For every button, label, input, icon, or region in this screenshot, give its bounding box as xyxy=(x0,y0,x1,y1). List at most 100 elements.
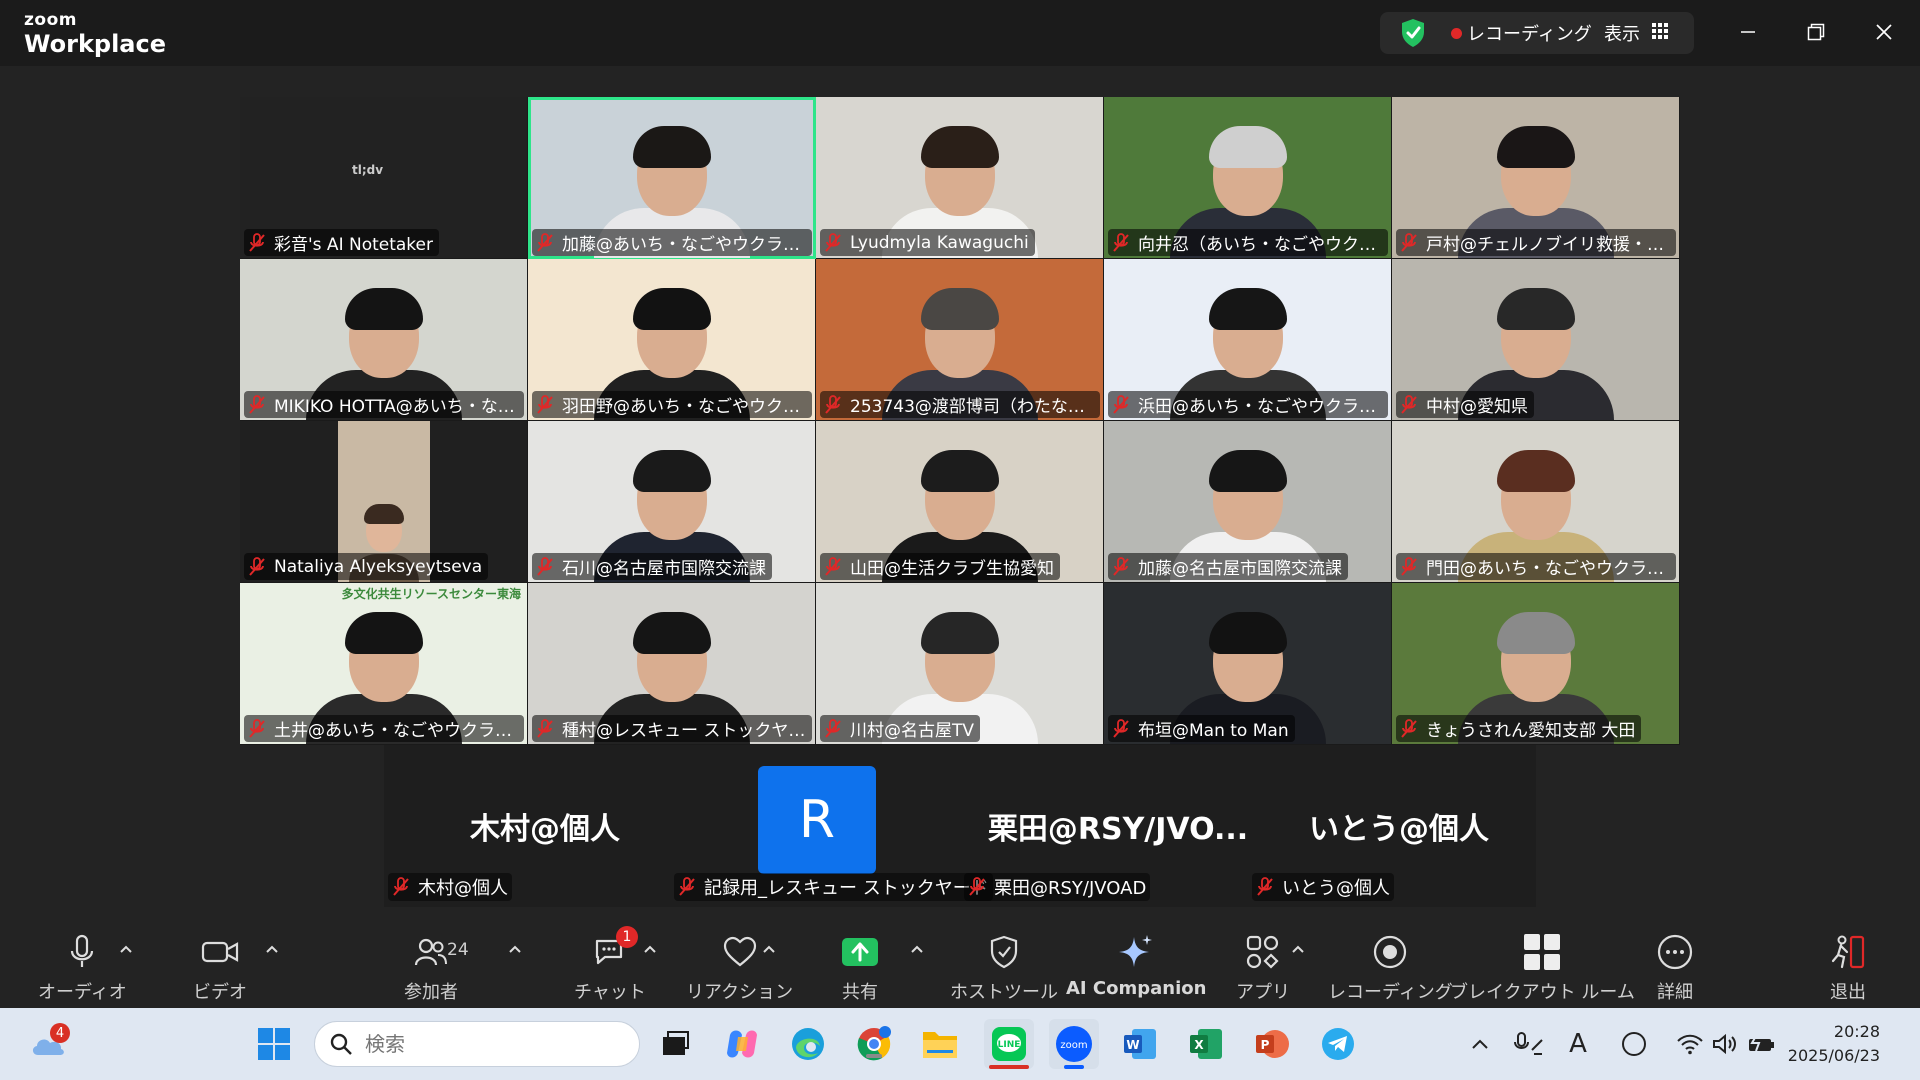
muted-mic-icon xyxy=(1401,232,1417,252)
share-options-caret-icon[interactable] xyxy=(910,944,924,954)
muted-mic-icon xyxy=(1113,718,1129,738)
reactions-button[interactable]: リアクション xyxy=(686,932,793,1004)
participant-name-tag: 木村@個人 xyxy=(388,873,512,901)
mic-tray-button[interactable] xyxy=(1508,1024,1548,1064)
battery-charging-icon xyxy=(1749,1035,1774,1052)
apps-options-caret-icon[interactable] xyxy=(1291,944,1305,954)
windows-taskbar: 4 LINE zoom W X P xyxy=(0,1008,1920,1080)
recording-dot-icon xyxy=(1451,28,1462,39)
line-app[interactable]: LINE xyxy=(984,1019,1034,1069)
more-label: 詳細 xyxy=(1657,982,1693,1003)
copilot-app[interactable] xyxy=(722,1024,762,1064)
zoom-app[interactable]: zoom xyxy=(1049,1019,1099,1069)
participant-video-tile[interactable]: tl;dv 彩音's AI Notetaker xyxy=(240,97,528,259)
clock-date[interactable]: 2025/06/23 xyxy=(1780,1046,1880,1065)
leave-label: 退出 xyxy=(1830,982,1866,1003)
participant-video-tile[interactable]: 向井忍（あいち・なごやウクラ... xyxy=(1104,97,1392,259)
chat-options-caret-icon[interactable] xyxy=(643,944,657,954)
chrome-app[interactable] xyxy=(854,1024,894,1064)
participant-video-tile[interactable]: MIKIKO HOTTA@あいち・なご... xyxy=(240,259,528,421)
audio-button[interactable]: オーディオ xyxy=(38,932,127,1004)
windows-logo-icon xyxy=(258,1028,290,1060)
video-button[interactable]: ビデオ xyxy=(193,932,247,1004)
share-button[interactable]: 共有 xyxy=(840,932,880,1004)
participants-button[interactable]: 24 参加者 xyxy=(404,932,469,1004)
participants-options-caret-icon[interactable] xyxy=(508,944,522,954)
excel-app[interactable]: X xyxy=(1186,1024,1226,1064)
participant-video-tile[interactable]: 多文化共生リソースセンター東海 土井@あいち・なごやウクライナ... xyxy=(240,583,528,745)
participant-name-tag: 戸村@チェルノブイリ救援・中部 xyxy=(1396,229,1676,256)
search-icon xyxy=(330,1033,352,1055)
recording-button[interactable]: レコーディング xyxy=(1328,932,1453,1004)
task-view-button[interactable] xyxy=(656,1024,696,1064)
muted-mic-icon xyxy=(1113,394,1129,414)
participant-video-tile[interactable]: 加藤@あいち・なごやウクライナ避... xyxy=(528,97,816,259)
video-camera-icon xyxy=(201,941,239,963)
ai-companion-label: AI Companion xyxy=(1066,978,1207,999)
word-app[interactable]: W xyxy=(1120,1024,1160,1064)
chat-label: チャット xyxy=(574,982,646,1003)
focus-assist-button[interactable] xyxy=(1614,1024,1654,1064)
participant-video-tile[interactable]: 中村@愛知県 xyxy=(1392,259,1680,421)
ime-indicator[interactable]: A xyxy=(1558,1024,1598,1064)
participant-video-tile[interactable]: 川村@名古屋TV xyxy=(816,583,1104,745)
ai-companion-button[interactable]: AI Companion xyxy=(1066,932,1206,999)
more-button[interactable]: 詳細 xyxy=(1655,932,1695,1004)
security-shield-icon[interactable] xyxy=(1400,18,1426,48)
video-options-caret-icon[interactable] xyxy=(265,944,279,954)
show-hidden-icons-button[interactable] xyxy=(1460,1024,1500,1064)
clock-time[interactable]: 20:28 xyxy=(1780,1022,1880,1041)
taskbar-search[interactable] xyxy=(314,1021,640,1067)
battery-status[interactable] xyxy=(1742,1024,1782,1064)
app-running-indicator xyxy=(866,1054,882,1058)
edge-app[interactable] xyxy=(788,1024,828,1064)
search-input[interactable] xyxy=(365,1032,605,1056)
participant-video-tile[interactable]: Nataliya Alyeksyeytseva xyxy=(240,421,528,583)
participant-name-tag: 253743@渡部博司（わたなべひ... xyxy=(820,391,1100,418)
restore-button[interactable] xyxy=(1796,14,1836,50)
participant-name: 栗田@RSY/JVOAD xyxy=(994,878,1147,899)
svg-text:P: P xyxy=(1261,1038,1270,1052)
participant-video-tile[interactable]: 加藤@名古屋市国際交流課 xyxy=(1104,421,1392,583)
muted-mic-icon xyxy=(537,556,553,576)
folder-icon xyxy=(923,1032,957,1058)
minimize-button[interactable] xyxy=(1728,14,1768,50)
participant-video-tile[interactable]: 種村@レスキュー ストックヤード xyxy=(528,583,816,745)
svg-text:W: W xyxy=(1126,1038,1139,1052)
participant-name-tag: Lyudmyla Kawaguchi xyxy=(820,229,1035,256)
participant-video-tile[interactable]: 山田@生活クラブ生協愛知 xyxy=(816,421,1104,583)
recording-status[interactable]: レコーディング xyxy=(1467,20,1592,46)
participant-video-tile[interactable]: 布垣@Man to Man xyxy=(1104,583,1392,745)
breakout-rooms-button[interactable]: ブレイクアウト ルーム xyxy=(1450,932,1635,1004)
participant-name: Nataliya Alyeksyeytseva xyxy=(274,556,483,577)
participant-video-tile[interactable]: 石川@名古屋市国際交流課 xyxy=(528,421,816,583)
powerpoint-app[interactable]: P xyxy=(1252,1024,1292,1064)
host-tools-button[interactable]: ホストツール xyxy=(950,932,1058,1004)
participant-video-tile[interactable]: 浜田@あいち・なごやウクライナ... xyxy=(1104,259,1392,421)
participant-name-tag: 土井@あいち・なごやウクライナ... xyxy=(244,715,524,742)
telegram-app[interactable] xyxy=(1318,1024,1358,1064)
participant-name: 中村@愛知県 xyxy=(1426,397,1528,417)
svg-text:X: X xyxy=(1194,1038,1204,1052)
start-button[interactable] xyxy=(254,1024,294,1064)
view-button[interactable]: 表示 xyxy=(1604,20,1640,46)
chat-button[interactable]: 1 チャット xyxy=(574,926,646,1004)
wifi-status[interactable] xyxy=(1670,1024,1710,1064)
minimize-icon xyxy=(1741,31,1755,33)
participant-video-tile[interactable]: 戸村@チェルノブイリ救援・中部 xyxy=(1392,97,1680,259)
audio-options-caret-icon[interactable] xyxy=(119,944,133,954)
participant-name-tag: MIKIKO HOTTA@あいち・なご... xyxy=(244,391,524,418)
leave-button[interactable]: 退出 xyxy=(1828,932,1868,1004)
participant-video-tile[interactable]: Lyudmyla Kawaguchi xyxy=(816,97,1104,259)
participant-video-tile[interactable]: 253743@渡部博司（わたなべひ... xyxy=(816,259,1104,421)
gallery-grid-icon[interactable] xyxy=(1652,23,1668,39)
volume-status[interactable] xyxy=(1705,1024,1745,1064)
apps-button[interactable]: アプリ xyxy=(1236,932,1290,1004)
file-explorer-app[interactable] xyxy=(920,1024,960,1064)
participant-video-tile[interactable]: 羽田野@あいち・なごやウクラ... xyxy=(528,259,816,421)
reactions-options-caret-icon[interactable] xyxy=(762,944,776,954)
meeting-toolbar: オーディオ ビデオ 24 参加者 1 チャット リアクション 共有 ホストツール… xyxy=(0,918,1920,1008)
close-button[interactable] xyxy=(1864,14,1904,50)
participant-video-tile[interactable]: きょうされん愛知支部 大田 xyxy=(1392,583,1680,745)
participant-video-tile[interactable]: 門田@あいち・なごやウクライナ... xyxy=(1392,421,1680,583)
